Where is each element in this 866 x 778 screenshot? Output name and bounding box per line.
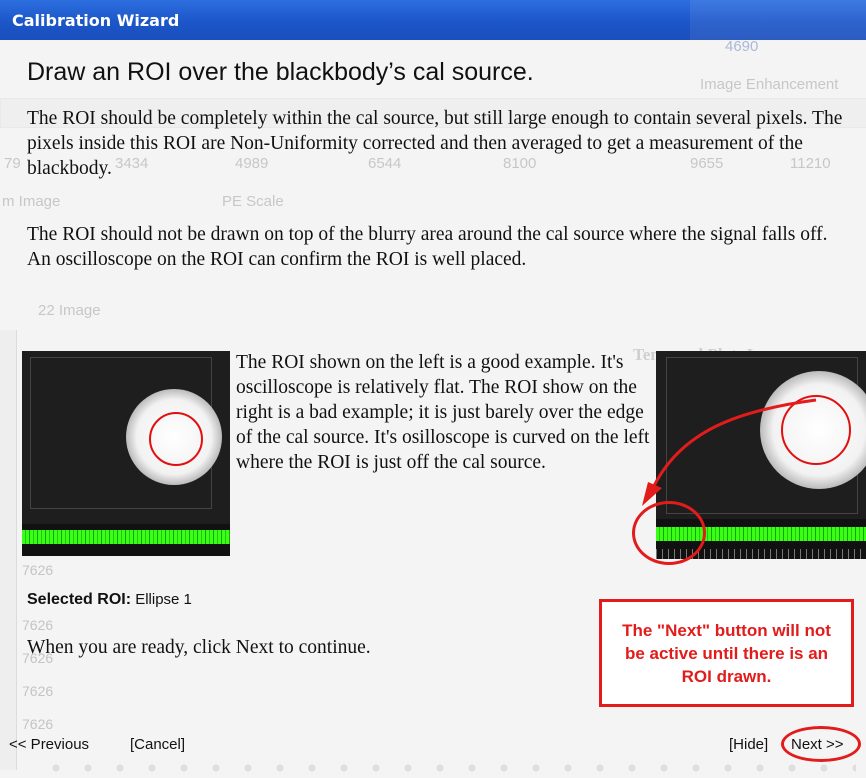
- hide-button[interactable]: [Hide]: [729, 736, 768, 753]
- cancel-button[interactable]: [Cancel]: [130, 736, 185, 753]
- title-bar: Calibration Wizard: [0, 0, 866, 40]
- annotation-callout: The "Next" button will not be active unt…: [599, 599, 854, 707]
- good-roi-example-image: [22, 351, 230, 556]
- selected-roi: Selected ROI: Ellipse 1: [27, 591, 192, 609]
- annotation-circle: [632, 501, 706, 565]
- selected-roi-label: Selected ROI:: [27, 591, 132, 608]
- annotation-callout-text: The "Next" button will not be active unt…: [622, 620, 831, 686]
- window-title: Calibration Wizard: [12, 10, 180, 30]
- next-annotation-circle: [781, 726, 861, 762]
- instruction-paragraph-2: The ROI should not be drawn on top of th…: [27, 224, 828, 270]
- instruction-paragraph-1: The ROI should be completely within the …: [27, 108, 843, 179]
- ready-instruction: When you are ready, click Next to contin…: [27, 637, 371, 658]
- wizard-content: Draw an ROI over the blackbody’s cal sou…: [0, 40, 866, 778]
- step-heading: Draw an ROI over the blackbody’s cal sou…: [27, 58, 534, 86]
- roi-ellipse: [149, 412, 203, 466]
- background-titlebar-overlap: [690, 0, 866, 40]
- selected-roi-value: Ellipse 1: [135, 591, 192, 608]
- example-explanation: The ROI shown on the left is a good exam…: [236, 352, 650, 473]
- oscilloscope-trace: [22, 530, 230, 544]
- previous-button[interactable]: << Previous: [9, 736, 89, 753]
- wizard-footer: << Previous [Cancel] [Hide] Next >>: [0, 726, 866, 762]
